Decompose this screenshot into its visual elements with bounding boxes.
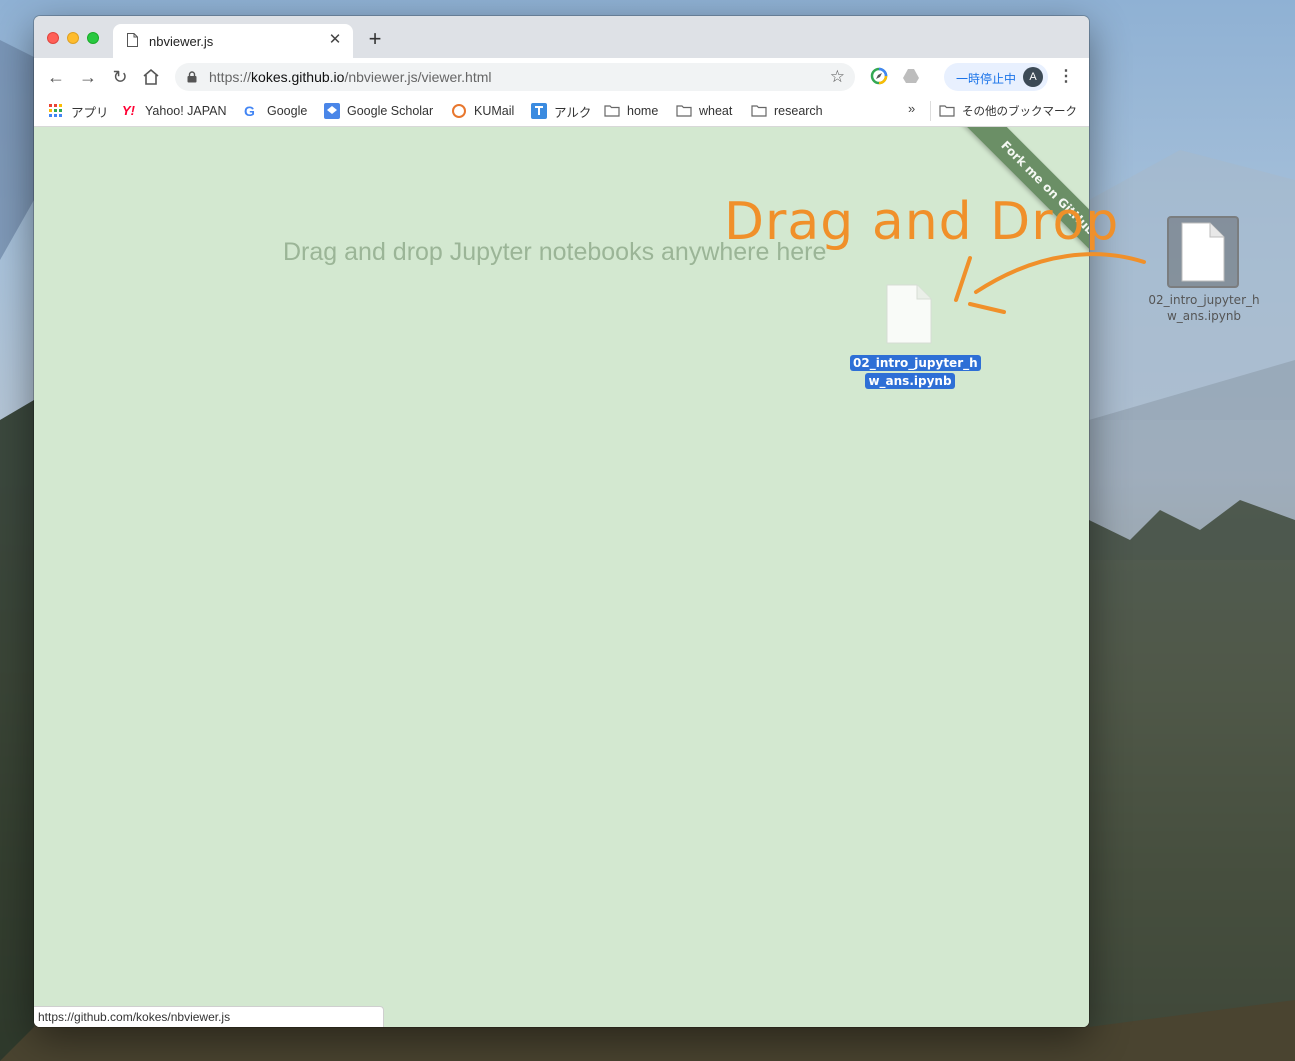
bookmarks-overflow-button[interactable]: » (908, 101, 915, 116)
yahoo-icon: Y! (122, 103, 135, 118)
google-icon: G (244, 103, 255, 119)
address-bar[interactable]: https://kokes.github.io/nbviewer.js/view… (175, 63, 855, 91)
bookmarks-divider (930, 101, 931, 121)
bookmark-apps[interactable]: アプリ (48, 101, 109, 121)
toolbar: ← → ↻ https://kokes.github.io/nbviewer.j… (34, 58, 1089, 95)
bookmark-alc[interactable]: アルク (531, 101, 591, 121)
dragged-file-name: 02_intro_jupyter_h w_ans.ipynb (850, 354, 981, 390)
bookmark-folder-wheat[interactable]: wheat (676, 101, 732, 121)
more-menu-icon[interactable]: ⋮ (1058, 66, 1074, 88)
close-window-button[interactable] (47, 32, 59, 44)
new-tab-button[interactable]: + (364, 28, 386, 50)
minimize-window-button[interactable] (67, 32, 79, 44)
extension-compass-icon[interactable] (870, 67, 888, 85)
bookmark-google-scholar[interactable]: Google Scholar (324, 101, 433, 121)
tab-strip: nbviewer.js ✕ + (34, 16, 1089, 58)
page-content-dropzone[interactable]: Drag and drop Jupyter notebooks anywhere… (34, 127, 1089, 1027)
folder-icon (604, 105, 620, 117)
annotation-arrow (954, 252, 1146, 314)
google-drive-icon[interactable] (902, 67, 920, 85)
folder-icon (751, 105, 767, 117)
alc-icon (531, 103, 547, 119)
folder-icon (939, 105, 955, 117)
bookmark-folder-research[interactable]: research (751, 101, 823, 121)
avatar: A (1023, 67, 1043, 87)
reload-icon[interactable]: ↻ (109, 66, 131, 88)
tab-title: nbviewer.js (149, 34, 214, 49)
bookmarks-bar: アプリ Y! Yahoo! JAPAN G Google Google Scho… (34, 95, 1089, 127)
bookmark-other-folder[interactable]: その他のブックマーク (939, 101, 1077, 121)
close-icon[interactable]: ✕ (327, 31, 343, 49)
url-text: https://kokes.github.io/nbviewer.js/view… (209, 69, 492, 85)
lock-icon (187, 71, 197, 83)
bookmark-yahoo[interactable]: Y! Yahoo! JAPAN (122, 101, 227, 121)
page-icon (127, 33, 138, 47)
back-icon[interactable]: ← (45, 66, 67, 88)
status-bar-url: https://github.com/kokes/nbviewer.js (34, 1006, 384, 1027)
browser-window: nbviewer.js ✕ + ← → ↻ https://kokes.gith… (34, 16, 1089, 1027)
forward-icon[interactable]: → (77, 66, 99, 88)
desktop-notebook-file[interactable]: 02_intro_jupyter_h w_ans.ipynb (1143, 216, 1265, 326)
apps-grid-icon (49, 104, 62, 117)
folder-icon (676, 105, 692, 117)
bookmark-folder-home[interactable]: home (604, 101, 658, 121)
profile-paused-button[interactable]: 一時停止中 A (944, 63, 1048, 91)
bookmark-kumail[interactable]: KUMail (451, 101, 514, 121)
bookmark-google[interactable]: G Google (244, 101, 307, 121)
zoom-window-button[interactable] (87, 32, 99, 44)
bookmark-star-icon[interactable]: ☆ (830, 67, 845, 87)
scholar-icon (324, 103, 340, 119)
document-icon (1181, 222, 1225, 282)
home-icon[interactable] (142, 68, 160, 86)
kumail-icon (452, 104, 466, 118)
desktop-file-name: 02_intro_jupyter_h w_ans.ipynb (1148, 293, 1260, 323)
tab-nbviewer[interactable]: nbviewer.js ✕ (113, 24, 353, 58)
document-icon (886, 284, 932, 344)
